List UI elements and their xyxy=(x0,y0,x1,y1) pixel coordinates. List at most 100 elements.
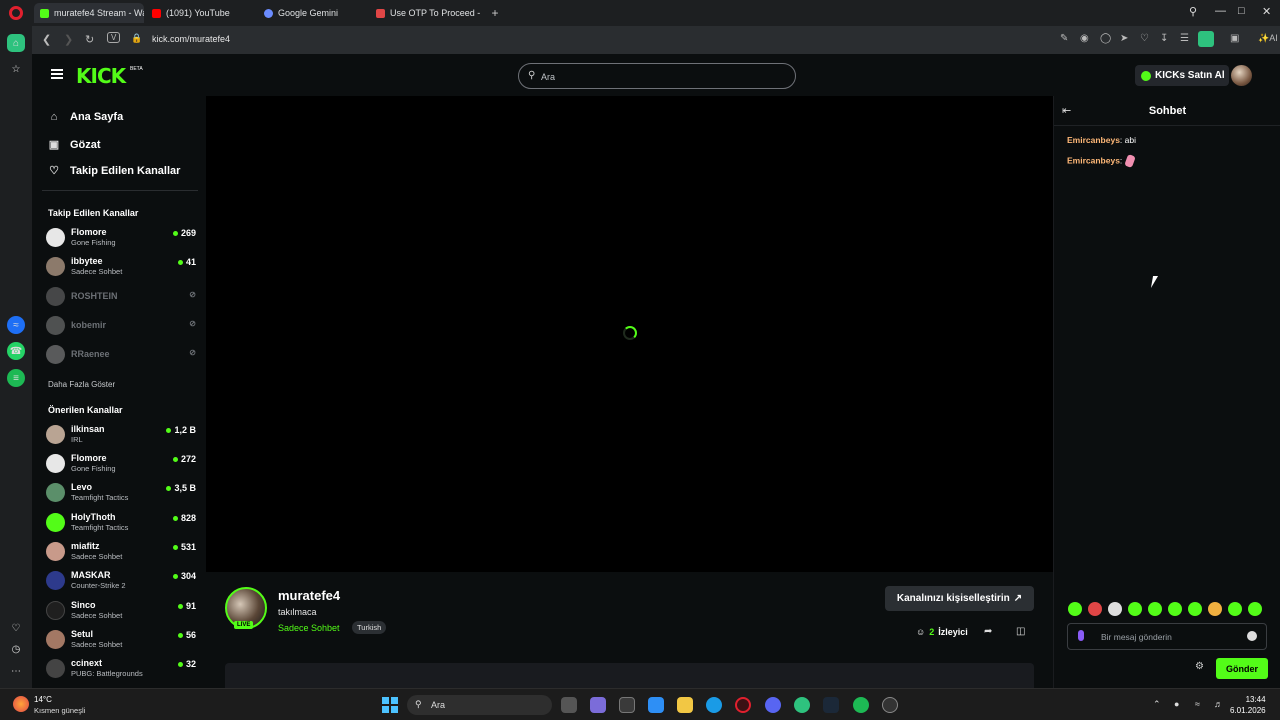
messenger-icon[interactable]: ≈ xyxy=(7,316,25,334)
emote-icon[interactable] xyxy=(1228,602,1242,616)
followed-channel[interactable]: Flomore Gone Fishing 269 xyxy=(46,225,196,251)
microphone-icon[interactable]: ● xyxy=(1174,699,1179,709)
microphone-icon[interactable] xyxy=(1078,630,1084,641)
emote-icon[interactable] xyxy=(1248,602,1262,616)
app-icon[interactable] xyxy=(794,697,810,713)
emote-icon[interactable] xyxy=(1188,602,1202,616)
tab-gemini[interactable]: Google Gemini xyxy=(258,3,366,23)
buy-kicks-button[interactable]: KICKs Satın Al xyxy=(1135,65,1229,86)
new-tab-button[interactable]: + xyxy=(486,3,504,23)
followed-channel[interactable]: ibbytee Sadece Sohbet 41 xyxy=(46,254,196,280)
kick-logo[interactable]: KICK xyxy=(76,64,126,88)
tray-arrow-icon[interactable]: ⌃ xyxy=(1153,699,1161,710)
recommended-channel[interactable]: Flomore Gone Fishing 272 xyxy=(46,451,196,477)
file-explorer-icon[interactable] xyxy=(677,697,693,713)
lock-icon[interactable]: 🔒 xyxy=(131,33,142,44)
tab-otp[interactable]: Use OTP To Proceed - efe xyxy=(370,3,482,23)
stream-category-link[interactable]: Sadece Sohbet xyxy=(278,623,340,633)
vpn-badge[interactable]: V xyxy=(107,32,121,43)
more-icon[interactable]: ⋯ xyxy=(7,662,25,680)
task-view-icon[interactable] xyxy=(561,697,577,713)
nav-following[interactable]: ♡ Takip Edilen Kanallar xyxy=(48,164,180,178)
video-player[interactable] xyxy=(206,96,1053,572)
camera-icon[interactable]: ◉ xyxy=(1080,33,1089,44)
recommended-channel[interactable]: ilkinsan IRL 1,2 B xyxy=(46,422,196,448)
steam-icon[interactable] xyxy=(823,697,839,713)
emote-icon[interactable] xyxy=(1108,602,1122,616)
shield-icon[interactable]: ◯ xyxy=(1100,33,1111,44)
back-icon[interactable]: ❮ xyxy=(42,33,51,46)
tab-youtube[interactable]: (1091) YouTube xyxy=(146,3,254,23)
opera-taskbar-icon[interactable] xyxy=(735,697,751,713)
followed-channel[interactable]: RRaenee ⊘ xyxy=(46,342,196,368)
emote-icon[interactable] xyxy=(1128,602,1142,616)
recommended-channel[interactable]: ccinext PUBG: Battlegrounds 32 xyxy=(46,656,196,682)
copilot-icon[interactable] xyxy=(648,697,664,713)
tab-kick[interactable]: muratefe4 Stream - Watch xyxy=(34,3,144,23)
chat-message-input[interactable]: Bir mesaj gönderin xyxy=(1067,623,1267,650)
taskbar-search[interactable]: ⚲ Ara xyxy=(407,695,552,715)
forward-icon[interactable]: ❯ xyxy=(64,33,73,46)
recommended-channel[interactable]: Setul Sadece Sohbet 56 xyxy=(46,627,196,653)
recommended-channel[interactable]: miafitz Sadece Sohbet 531 xyxy=(46,539,196,565)
minimize-icon[interactable]: — xyxy=(1215,5,1226,17)
recommended-channel[interactable]: Sinco Sadece Sohbet 91 xyxy=(46,598,196,624)
discover-icon[interactable]: ☆ xyxy=(7,60,25,78)
user-avatar[interactable] xyxy=(1231,65,1252,86)
language-tag[interactable]: Turkish xyxy=(352,621,387,634)
spotify-icon[interactable] xyxy=(853,697,869,713)
chat-settings-icon[interactable]: ⚙ xyxy=(1195,661,1204,672)
reload-icon[interactable]: ↻ xyxy=(85,33,94,46)
followed-channel[interactable]: ROSHTEIN ⊘ xyxy=(46,284,196,310)
send-button[interactable]: Gönder xyxy=(1216,658,1268,679)
nav-browse[interactable]: ▣ Gözat xyxy=(48,138,101,152)
whatsapp-icon[interactable]: ☎ xyxy=(7,342,25,360)
customize-channel-button[interactable]: Kanalınızı kişiselleştirin ↗ xyxy=(885,586,1034,611)
edit-icon[interactable]: ✎ xyxy=(1060,33,1068,44)
search-tabs-icon[interactable]: ⚲ xyxy=(1189,5,1197,18)
cube-icon[interactable]: ▣ xyxy=(1230,33,1239,44)
hamburger-menu-icon[interactable] xyxy=(51,69,63,79)
maximize-icon[interactable]: □ xyxy=(1238,5,1245,17)
close-window-icon[interactable]: ✕ xyxy=(1262,5,1271,18)
nav-home[interactable]: ⌂ Ana Sayfa xyxy=(48,111,124,123)
volume-icon[interactable]: ♬ xyxy=(1214,699,1223,709)
share-icon[interactable]: ➦ xyxy=(984,626,992,637)
opera-logo-icon[interactable] xyxy=(9,6,23,20)
emote-icon[interactable] xyxy=(1168,602,1182,616)
extension-icon[interactable] xyxy=(1198,31,1214,47)
emoji-picker-icon[interactable] xyxy=(1247,631,1257,641)
spotify-icon[interactable]: ≡ xyxy=(7,369,25,387)
clip-icon[interactable]: ◫ xyxy=(1016,626,1025,637)
streamer-name[interactable]: muratefe4 xyxy=(278,588,340,603)
chrome-icon[interactable] xyxy=(882,697,898,713)
send-icon[interactable]: ➤ xyxy=(1120,33,1128,44)
emote-icon[interactable] xyxy=(1208,602,1222,616)
download-icon[interactable]: ↧ xyxy=(1160,33,1168,44)
chat-username[interactable]: Emircanbeys xyxy=(1067,155,1120,165)
ai-icon[interactable]: ✨AI xyxy=(1258,33,1278,44)
teams-icon[interactable] xyxy=(590,697,606,713)
clock[interactable]: 13:44 6.01.2026 xyxy=(1230,694,1266,716)
recommended-channel[interactable]: Levo Teamfight Tactics 3,5 B xyxy=(46,480,196,506)
heart-icon[interactable]: ♡ xyxy=(7,619,25,637)
history-icon[interactable]: ◷ xyxy=(7,640,25,658)
emote-icon[interactable] xyxy=(1148,602,1162,616)
emote-icon[interactable] xyxy=(1068,602,1082,616)
home-icon[interactable]: ⌂ xyxy=(7,34,25,52)
store-icon[interactable] xyxy=(619,697,635,713)
recommended-channel[interactable]: MASKAR Counter-Strike 2 304 xyxy=(46,568,196,594)
weather-icon[interactable] xyxy=(13,696,29,712)
windows-start-icon[interactable] xyxy=(382,697,398,713)
show-more-link[interactable]: Daha Fazla Göster xyxy=(48,380,115,389)
recommended-channel[interactable]: HolyThoth Teamfight Tactics 828 xyxy=(46,510,196,536)
edge-icon[interactable] xyxy=(706,697,722,713)
heart-icon[interactable]: ♡ xyxy=(1140,33,1149,44)
menu-icon[interactable]: ☰ xyxy=(1180,33,1189,44)
search-input[interactable]: ⚲ Ara xyxy=(518,63,796,89)
discord-icon[interactable] xyxy=(765,697,781,713)
followed-channel[interactable]: kobemir ⊘ xyxy=(46,313,196,339)
wifi-icon[interactable]: ≈ xyxy=(1195,699,1200,709)
chat-username[interactable]: Emircanbeys xyxy=(1067,135,1120,145)
url-field[interactable]: kick.com/muratefe4 xyxy=(152,34,230,44)
